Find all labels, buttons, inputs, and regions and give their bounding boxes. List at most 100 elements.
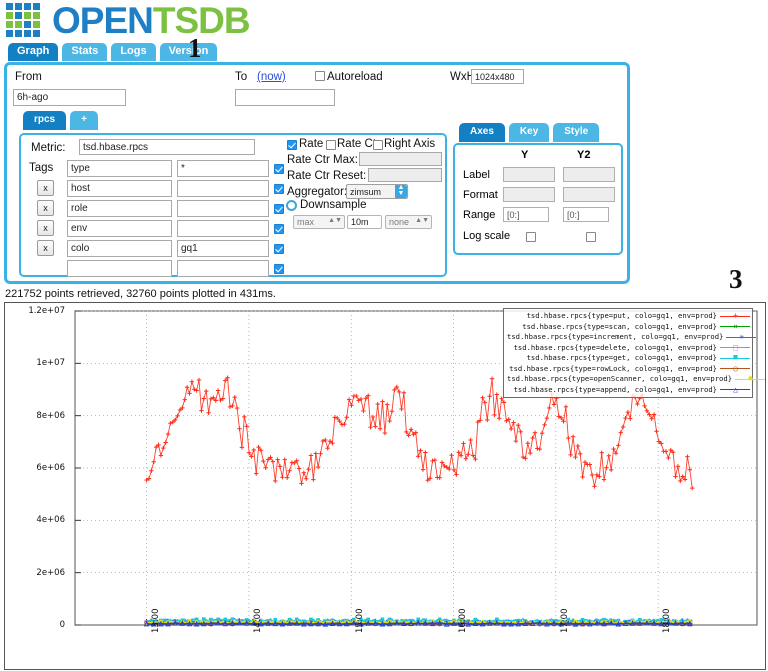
rate-ctr-reset-input[interactable] bbox=[368, 168, 442, 182]
axes-column-y-header: Y bbox=[521, 149, 529, 161]
legend-item-swatch: ○ bbox=[720, 364, 750, 373]
tag-enabled-checkbox[interactable] bbox=[274, 244, 284, 254]
rate-ctr-max-label: Rate Ctr Max: bbox=[287, 154, 358, 166]
legend-item: tsd.hbase.rpcs{type=increment, colo=gq1,… bbox=[507, 332, 757, 343]
metric-label: Metric: bbox=[31, 142, 66, 154]
wxh-input[interactable] bbox=[471, 69, 524, 84]
log-scale-y2-checkbox[interactable] bbox=[586, 232, 596, 242]
tag-enabled-checkbox[interactable] bbox=[274, 204, 284, 214]
y-axis-tick-label: 0 bbox=[59, 620, 65, 630]
metric-tab-rpcs[interactable]: rpcs bbox=[23, 111, 67, 130]
now-link[interactable]: (now) bbox=[257, 71, 286, 83]
tag-key-input[interactable] bbox=[67, 240, 172, 257]
rate-ctr-max-input[interactable] bbox=[359, 152, 442, 166]
tag-enabled-checkbox[interactable] bbox=[274, 224, 284, 234]
tag-value-input[interactable] bbox=[177, 200, 269, 217]
from-input[interactable] bbox=[13, 89, 126, 106]
x-axis-tick-label: 15:00 bbox=[355, 608, 366, 634]
tab-stats[interactable]: Stats bbox=[62, 43, 108, 61]
metric-tab-bar: rpcs + bbox=[23, 111, 102, 130]
tag-value-input[interactable] bbox=[177, 160, 269, 177]
legend-item: tsd.hbase.rpcs{type=append, colo=gq1, en… bbox=[507, 385, 750, 396]
legend-item-label: tsd.hbase.rpcs{type=append, colo=gq1, en… bbox=[513, 384, 717, 394]
downsample-function-select[interactable]: max ▲▼ bbox=[293, 215, 345, 229]
tag-row: x bbox=[29, 179, 284, 198]
tag-key-input[interactable] bbox=[67, 220, 172, 237]
tag-key-input[interactable] bbox=[67, 160, 172, 177]
y-axis-tick-label: 6e+06 bbox=[36, 463, 65, 473]
remove-tag-button[interactable]: x bbox=[37, 180, 54, 196]
remove-tag-button[interactable]: x bbox=[37, 240, 54, 256]
remove-tag-button[interactable]: x bbox=[37, 220, 54, 236]
rate-checkbox[interactable] bbox=[287, 140, 297, 150]
x-axis-tick-label: 18:00 bbox=[662, 608, 673, 634]
tag-value-input[interactable] bbox=[177, 260, 269, 277]
tag-value-input[interactable] bbox=[177, 180, 269, 197]
remove-tag-button[interactable]: x bbox=[37, 200, 54, 216]
from-label: From bbox=[15, 71, 42, 83]
rate-label: Rate bbox=[299, 138, 324, 150]
tab-axes[interactable]: Axes bbox=[459, 123, 505, 142]
query-panel: From To (now) Autoreload WxH: rpcs+ Metr… bbox=[4, 62, 630, 284]
graph-legend: tsd.hbase.rpcs{type=put, colo=gq1, env=p… bbox=[503, 308, 765, 398]
axes-tab-bar: Axes Key Style bbox=[459, 123, 603, 142]
axes-column-y2-header: Y2 bbox=[577, 149, 591, 161]
axes-panel: Y Y2 Label Format Range Log scale bbox=[453, 143, 623, 255]
legend-item-label: tsd.hbase.rpcs{type=rowLock, colo=gq1, e… bbox=[509, 363, 717, 373]
autoreload-checkbox[interactable] bbox=[315, 71, 325, 81]
axes-label-row-label: Label bbox=[463, 169, 490, 181]
axes-format-row-label: Format bbox=[463, 189, 498, 201]
axes-label-y2-input[interactable] bbox=[563, 167, 615, 182]
tab-logs[interactable]: Logs bbox=[111, 43, 156, 61]
tag-key-input[interactable] bbox=[67, 260, 172, 277]
y-axis-tick-label: 1e+07 bbox=[36, 358, 65, 369]
downsample-interval-input[interactable]: 10m bbox=[347, 215, 382, 229]
x-axis-tick-label: 14:00 bbox=[252, 608, 263, 634]
downsample-checkbox[interactable] bbox=[286, 200, 297, 211]
tag-row bbox=[29, 259, 284, 278]
y-axis-tick-label: 8e+06 bbox=[36, 410, 65, 421]
chevron-updown-icon: ▲▼ bbox=[415, 217, 429, 224]
downsample-fill-select[interactable]: none ▲▼ bbox=[385, 215, 432, 229]
app-logo-text: OPENTSDB bbox=[52, 0, 251, 41]
legend-item-label: tsd.hbase.rpcs{type=put, colo=gq1, env=p… bbox=[526, 311, 717, 320]
tag-enabled-checkbox[interactable] bbox=[274, 264, 284, 274]
x-axis-tick-label: 13:00 bbox=[150, 608, 161, 634]
aggregator-select[interactable]: zimsum ▲ ▼ bbox=[346, 184, 408, 199]
legend-item: tsd.hbase.rpcs{type=put, colo=gq1, env=p… bbox=[507, 311, 750, 322]
tag-value-input[interactable] bbox=[177, 220, 269, 237]
to-input[interactable] bbox=[235, 89, 335, 106]
tab-key[interactable]: Key bbox=[508, 123, 550, 142]
x-axis-tick-label: 17:00 bbox=[559, 608, 570, 634]
legend-item: tsd.hbase.rpcs{type=rowLock, colo=gq1, e… bbox=[507, 364, 750, 375]
aggregator-value: zimsum bbox=[350, 187, 381, 197]
metric-input[interactable] bbox=[79, 139, 255, 155]
tag-key-input[interactable] bbox=[67, 200, 172, 217]
tab-style[interactable]: Style bbox=[553, 123, 600, 142]
tag-enabled-checkbox[interactable] bbox=[274, 184, 284, 194]
metric-tab-add[interactable]: + bbox=[70, 111, 98, 130]
app-header: OPENTSDB bbox=[0, 0, 768, 42]
logo-open-text: OPEN bbox=[52, 0, 154, 41]
log-scale-y-checkbox[interactable] bbox=[526, 232, 536, 242]
chevron-updown-icon: ▲▼ bbox=[328, 217, 342, 224]
rate-ctr-checkbox[interactable] bbox=[326, 140, 336, 150]
tag-key-input[interactable] bbox=[67, 180, 172, 197]
axes-range-y2-input[interactable] bbox=[563, 207, 609, 222]
axes-format-y2-input[interactable] bbox=[563, 187, 615, 202]
annotation-marker-1: 1 bbox=[188, 33, 202, 63]
axes-range-y-input[interactable] bbox=[503, 207, 549, 222]
axes-format-y-input[interactable] bbox=[503, 187, 555, 202]
tag-row: x bbox=[29, 199, 284, 218]
right-axis-checkbox[interactable] bbox=[373, 140, 383, 150]
legend-item: tsd.hbase.rpcs{type=get, colo=gq1, env=p… bbox=[507, 353, 750, 364]
tag-value-input[interactable] bbox=[177, 240, 269, 257]
to-label: To bbox=[235, 71, 248, 83]
chevron-updown-icon: ▲▼ bbox=[395, 184, 407, 198]
tag-enabled-checkbox[interactable] bbox=[274, 164, 284, 174]
legend-item-swatch: × bbox=[720, 322, 750, 331]
downsample-label: Downsample bbox=[300, 199, 367, 211]
tab-graph[interactable]: Graph bbox=[8, 43, 59, 61]
downsample-function-value: max bbox=[297, 217, 315, 227]
axes-label-y-input[interactable] bbox=[503, 167, 555, 182]
